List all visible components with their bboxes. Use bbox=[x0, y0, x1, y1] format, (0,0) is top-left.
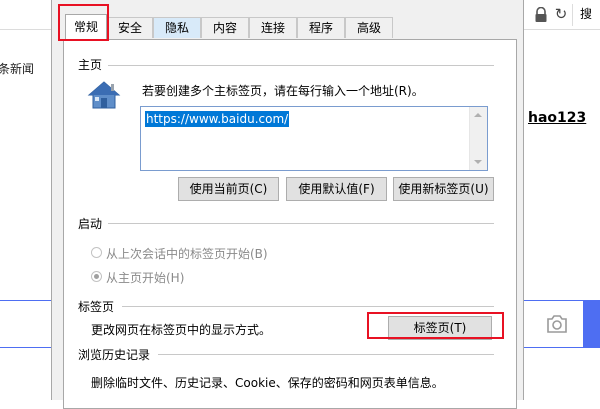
home-page-url-value[interactable]: https://www.baidu.com/ bbox=[145, 111, 290, 127]
use-new-tab-button[interactable]: 使用新标签页(U) bbox=[393, 177, 494, 201]
tab-bar: 常规 安全 隐私 内容 连接 程序 高级 bbox=[52, 14, 523, 40]
toolbar-separator bbox=[572, 4, 573, 26]
tab-advanced[interactable]: 高级 bbox=[345, 17, 393, 38]
house-icon bbox=[87, 81, 121, 109]
tabs-section-description: 更改网页在标签页中的显示方式。 bbox=[91, 323, 272, 337]
tab-general[interactable]: 常规 bbox=[65, 14, 107, 40]
tab-security[interactable]: 安全 bbox=[107, 17, 153, 38]
news-link[interactable]: 条新闻 bbox=[0, 60, 34, 77]
scroll-down-arrow-icon[interactable] bbox=[474, 160, 482, 164]
url-box-scrollbar[interactable] bbox=[469, 107, 487, 170]
tab-privacy[interactable]: 隐私 bbox=[153, 17, 201, 38]
tabs-settings-button[interactable]: 标签页(T) bbox=[388, 316, 492, 340]
search-submit-button[interactable] bbox=[583, 300, 600, 348]
tab-programs[interactable]: 程序 bbox=[297, 17, 345, 38]
camera-icon[interactable] bbox=[545, 312, 569, 336]
tab-content[interactable]: 内容 bbox=[201, 17, 249, 38]
home-page-url-textarea[interactable]: https://www.baidu.com/ bbox=[140, 106, 488, 171]
home-page-description: 若要创建多个主标签页，请在每行输入一个地址(R)。 bbox=[142, 84, 424, 98]
search-button[interactable]: 搜 bbox=[580, 5, 592, 22]
hao123-link[interactable]: hao123 bbox=[528, 110, 586, 126]
refresh-icon[interactable]: ↻ bbox=[552, 5, 570, 23]
home-page-title: 主页 bbox=[78, 58, 103, 72]
tabs-section-separator bbox=[122, 306, 494, 307]
history-description: 删除临时文件、历史记录、Cookie、保存的密码和网页表单信息。 bbox=[91, 376, 444, 390]
history-title: 浏览历史记录 bbox=[78, 348, 151, 362]
use-default-button[interactable]: 使用默认值(F) bbox=[286, 177, 387, 201]
tab-connections[interactable]: 连接 bbox=[249, 17, 297, 38]
scroll-up-arrow-icon[interactable] bbox=[474, 113, 482, 117]
history-separator bbox=[158, 354, 494, 355]
use-current-page-button[interactable]: 使用当前页(C) bbox=[178, 177, 279, 201]
radio-home-page-label[interactable]: 从主页开始(H) bbox=[106, 269, 184, 286]
startup-separator bbox=[108, 223, 494, 224]
radio-last-session[interactable] bbox=[91, 247, 102, 258]
startup-title: 启动 bbox=[78, 217, 103, 231]
radio-last-session-label[interactable]: 从上次会话中的标签页开始(B) bbox=[106, 245, 268, 262]
lock-icon bbox=[535, 7, 547, 22]
radio-home-page[interactable] bbox=[91, 271, 102, 282]
tabs-section-title: 标签页 bbox=[78, 300, 115, 314]
home-page-separator bbox=[108, 65, 494, 66]
